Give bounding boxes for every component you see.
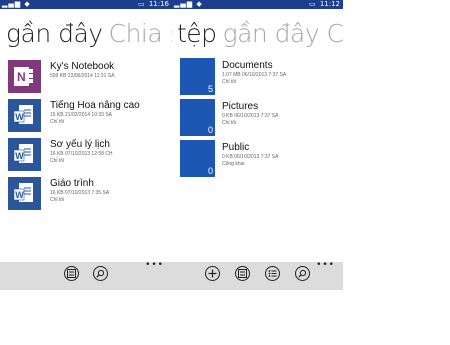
onenote-icon: N — [8, 60, 41, 93]
status-bar: ▂▄▆ ◆ ▭ 11:16 — [0, 0, 172, 9]
folder-owner: Công khai — [222, 161, 245, 167]
clock: 11:16 — [148, 0, 169, 8]
folder-item-pictures[interactable]: 0 Pictures 0 KB 06/10/2013 7:37 SA Chỉ t… — [180, 99, 343, 136]
clock: 11:12 — [319, 0, 340, 8]
pivot-item-files[interactable]: tệp — [177, 19, 217, 48]
pivot-header: gần đâyChia s — [6, 18, 172, 50]
folder-name: Documents — [222, 60, 273, 71]
folder-icon: 5 — [180, 58, 215, 95]
app-bar: ••• — [0, 260, 172, 290]
status-bar: ▂▄▆ ◆ ▭ 11:12 — [172, 0, 343, 9]
folder-info: 0 KB 06/10/2013 7:37 SA — [222, 113, 279, 119]
pivot-item-recent[interactable]: gần đây — [6, 19, 103, 48]
word-icon: W — [8, 138, 41, 171]
battery-icon: ▭ — [308, 0, 316, 8]
search-icon[interactable] — [93, 266, 108, 281]
signal-icon: ▂▄▆ ◆ — [174, 0, 203, 8]
more-menu[interactable]: ••• — [316, 260, 335, 270]
folder-name: Pictures — [222, 101, 259, 112]
folder-info: 0 KB 06/10/2013 7:37 SA — [222, 154, 279, 160]
search-icon[interactable] — [295, 266, 310, 281]
list-item[interactable]: W Tiếng Hoa nâng cao 15 KB 21/02/2014 10… — [8, 99, 172, 138]
file-owner: Chỉ tôi — [50, 197, 65, 203]
file-info: 16 KB 07/10/2013 12:58 CH — [50, 151, 113, 157]
list-view-icon[interactable] — [64, 266, 79, 281]
svg-text:W: W — [15, 190, 24, 200]
file-info: 599 KB 22/06/2014 11:31 SA — [50, 73, 115, 79]
folder-name: Public — [222, 142, 250, 153]
svg-text:W: W — [15, 112, 24, 122]
recent-file-list: N Ky's Notebook 599 KB 22/06/2014 11:31 … — [8, 60, 172, 216]
list-item[interactable]: N Ky's Notebook 599 KB 22/06/2014 11:31 … — [8, 60, 172, 99]
list-item[interactable]: W Giáo trình 16 KB 07/10/2013 7:35 SA Ch… — [8, 177, 172, 216]
svg-text:W: W — [15, 151, 24, 161]
folder-list: 5 Documents 1.07 MB 06/10/2013 7:37 SA C… — [180, 58, 343, 177]
file-name: Tiếng Hoa nâng cao — [50, 100, 140, 111]
folder-owner: Chỉ tôi — [222, 120, 237, 126]
file-name: Sơ yếu lý lịch — [50, 139, 110, 150]
file-owner: Chỉ tôi — [50, 119, 65, 125]
folder-count: 0 — [207, 125, 213, 135]
pivot-item-recent[interactable]: gần đây Ch — [223, 19, 343, 48]
list-item[interactable]: W Sơ yếu lý lịch 16 KB 07/10/2013 12:58 … — [8, 138, 172, 177]
folder-icon: 0 — [180, 140, 215, 177]
battery-icon: ▭ — [137, 0, 145, 8]
list-view-icon[interactable] — [235, 266, 250, 281]
file-owner: Chỉ tôi — [50, 158, 65, 164]
signal-icon: ▂▄▆ ◆ — [2, 0, 31, 8]
file-name: Giáo trình — [50, 178, 94, 189]
folder-owner: Chỉ tôi — [222, 79, 237, 85]
pivot-item-shared[interactable]: Chia s — [109, 19, 172, 48]
word-icon: W — [8, 99, 41, 132]
app-bar: ••• — [172, 260, 343, 290]
add-icon[interactable] — [205, 266, 220, 281]
svg-text:N: N — [17, 70, 26, 84]
pivot-header: tệpgần đây Ch — [177, 18, 343, 50]
recent-screen: ▂▄▆ ◆ ▭ 11:16 gần đâyChia s N Ky's Noteb… — [0, 0, 172, 290]
folder-item-documents[interactable]: 5 Documents 1.07 MB 06/10/2013 7:37 SA C… — [180, 58, 343, 95]
folder-item-public[interactable]: 0 Public 0 KB 06/10/2013 7:37 SA Công kh… — [180, 140, 343, 177]
select-icon[interactable] — [265, 266, 280, 281]
folder-info: 1.07 MB 06/10/2013 7:37 SA — [222, 72, 287, 78]
folder-count: 5 — [207, 84, 213, 94]
more-menu[interactable]: ••• — [145, 260, 164, 270]
folder-count: 0 — [207, 166, 213, 176]
file-info: 15 KB 21/02/2014 10:33 SA — [50, 112, 112, 118]
files-screen: ▂▄▆ ◆ ▭ 11:12 tệpgần đây Ch 5 Documents … — [172, 0, 343, 290]
folder-icon: 0 — [180, 99, 215, 136]
word-icon: W — [8, 177, 41, 210]
file-info: 16 KB 07/10/2013 7:35 SA — [50, 190, 110, 196]
file-name: Ky's Notebook — [50, 61, 115, 72]
